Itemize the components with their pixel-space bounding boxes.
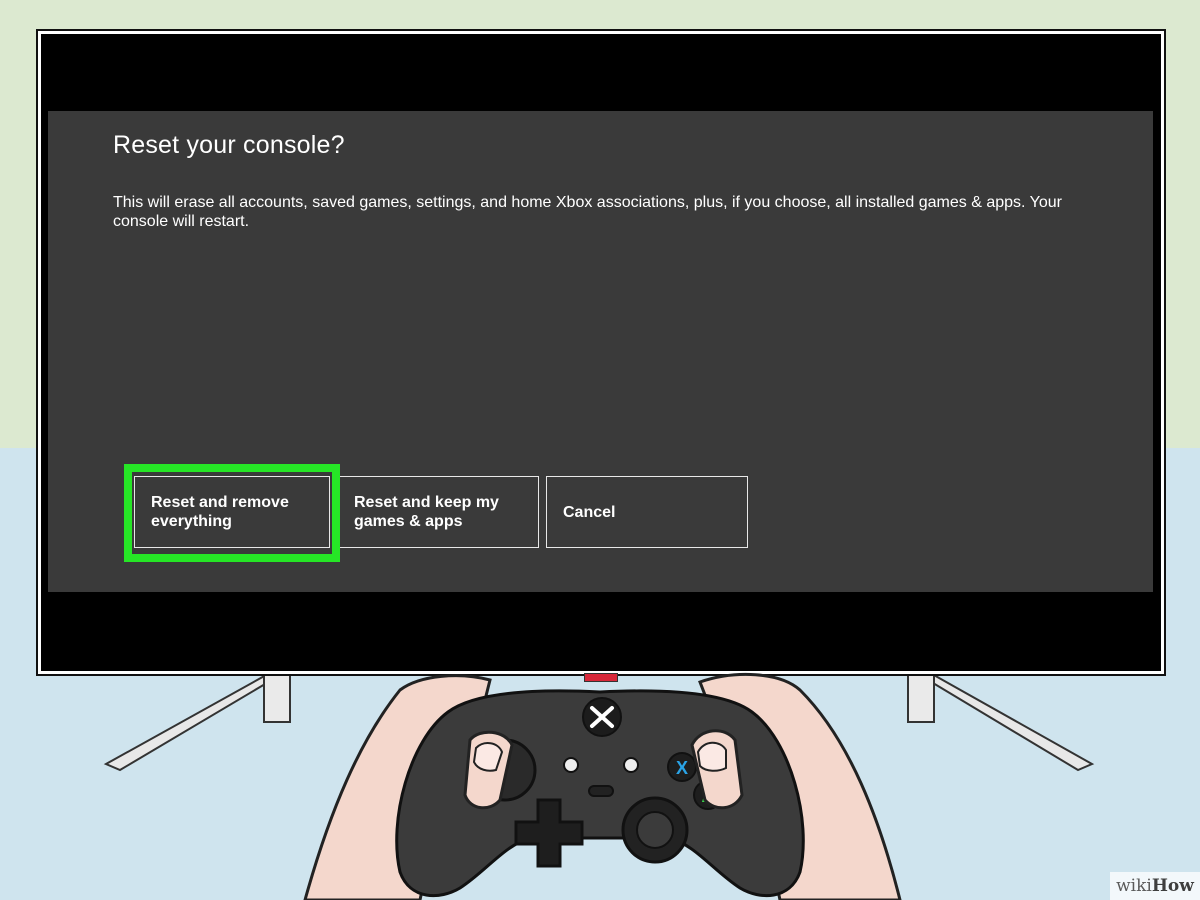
- wikihow-watermark: wikiHow: [1110, 872, 1200, 900]
- x-button-label: X: [676, 758, 688, 778]
- wikihow-suffix: How: [1151, 876, 1194, 896]
- wikihow-prefix: wiki: [1116, 876, 1152, 896]
- hands-holding-controller: X A: [303, 673, 902, 900]
